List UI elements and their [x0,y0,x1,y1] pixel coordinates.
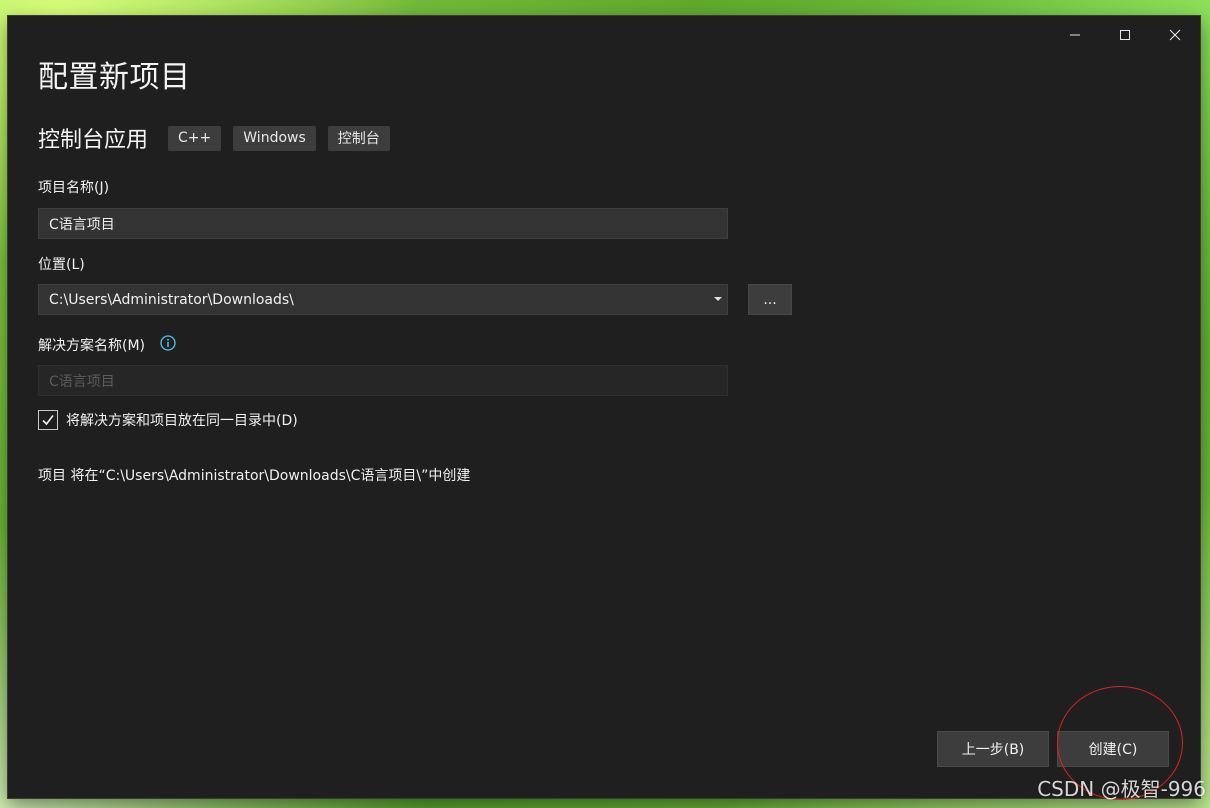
project-name-input[interactable]: C语言项目 [38,208,728,239]
same-directory-option[interactable]: 将解决方案和项目放在同一目录中(D) [38,410,298,430]
template-name: 控制台应用 [38,128,149,153]
window-controls [1050,16,1200,54]
same-directory-checkbox[interactable] [38,410,58,430]
dropdown-arrow-icon[interactable] [714,297,722,301]
browse-button[interactable]: ... [748,284,792,315]
same-directory-label: 将解决方案和项目放在同一目录中(D) [66,413,298,429]
close-icon [1169,29,1181,41]
checkmark-icon [42,415,54,426]
project-name-value: C语言项目 [49,216,115,233]
minimize-button[interactable] [1050,16,1100,54]
solution-name-placeholder: C语言项目 [49,373,115,390]
watermark-text: CSDN @极智-996 [1037,777,1206,801]
tag-language: C++ [168,125,222,151]
dialog-title: 配置新项目 [38,60,191,95]
creation-path-info: 项目 将在“C:\Users\Administrator\Downloads\C… [38,468,471,484]
tag-project-type: 控制台 [327,125,390,151]
location-label: 位置(L) [38,257,85,273]
close-button[interactable] [1150,16,1200,54]
maximize-button[interactable] [1100,16,1150,54]
location-value: C:\Users\Administrator\Downloads\ [49,291,294,308]
info-icon[interactable] [160,335,176,351]
solution-name-input: C语言项目 [38,365,728,396]
template-header: 控制台应用 C++ Windows 控制台 [38,122,402,154]
minimize-icon [1069,29,1081,41]
maximize-icon [1119,29,1131,41]
tag-platform: Windows [233,125,316,151]
back-button[interactable]: 上一步(B) [937,731,1049,767]
location-combobox[interactable]: C:\Users\Administrator\Downloads\ [38,284,728,315]
configure-project-dialog: 配置新项目 控制台应用 C++ Windows 控制台 项目名称(J) C语言项… [8,16,1200,798]
solution-name-label: 解决方案名称(M) [38,338,146,354]
create-button[interactable]: 创建(C) [1057,731,1169,767]
project-name-label: 项目名称(J) [38,180,110,196]
